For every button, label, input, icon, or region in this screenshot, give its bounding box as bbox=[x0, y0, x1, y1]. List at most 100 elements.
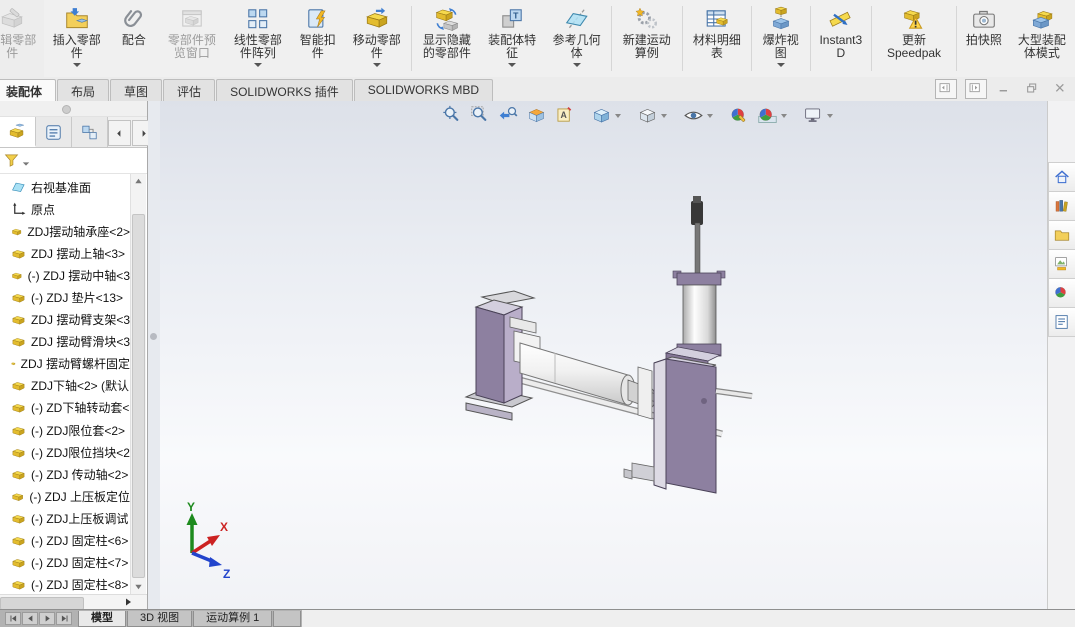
dropdown-caret-icon[interactable] bbox=[827, 113, 833, 118]
tree-item[interactable]: (-) ZDJ限位挡块<2 bbox=[0, 441, 130, 463]
panel-tab-propertymanager[interactable] bbox=[36, 117, 72, 147]
go-next-button[interactable] bbox=[39, 612, 55, 625]
bottom-tab[interactable]: 运动算例 1 bbox=[193, 611, 273, 627]
ribbon-button-insert-component[interactable]: 插入零部件 bbox=[44, 0, 108, 77]
dropdown-caret-icon[interactable] bbox=[615, 113, 621, 118]
scroll-right-icon[interactable] bbox=[123, 597, 133, 607]
tree-item[interactable]: ZDJ 摆动臂螺杆固定 bbox=[0, 353, 130, 375]
tree-item-label: ZDJ下轴<2> (默认 bbox=[31, 379, 130, 394]
tree-vertical-scrollbar[interactable] bbox=[130, 174, 146, 594]
pane-previous-button[interactable] bbox=[935, 79, 957, 99]
headsup-view-orientation-button[interactable] bbox=[589, 103, 623, 128]
restore-button[interactable] bbox=[1023, 80, 1043, 98]
ribbon-button-move-component[interactable]: 移动零部件 bbox=[345, 0, 409, 77]
taskpane-home-button[interactable] bbox=[1048, 162, 1075, 192]
assembly-3d-model[interactable]: Y X Z bbox=[160, 101, 1047, 610]
taskpane-design-library-button[interactable] bbox=[1048, 191, 1075, 221]
dropdown-caret-icon[interactable] bbox=[776, 63, 785, 67]
dropdown-caret-icon[interactable] bbox=[508, 63, 517, 67]
tree-item[interactable]: (-) ZDJ 摆动中轴<3 bbox=[0, 264, 130, 286]
command-tab[interactable]: 布局 bbox=[57, 79, 110, 101]
taskpane-appearances-scenes-button[interactable] bbox=[1048, 278, 1075, 308]
tree-item[interactable]: ZDJ摆动轴承座<2> bbox=[0, 220, 130, 242]
tree-item[interactable]: (-) ZDJ上压板调试 bbox=[0, 507, 130, 529]
headsup-zoom-to-area-button[interactable] bbox=[468, 103, 493, 128]
tree-item[interactable]: (-) ZDJ 固定柱<6> bbox=[0, 530, 130, 552]
tree-item[interactable]: (-) ZD下轴转动套< bbox=[0, 397, 130, 419]
tree-item[interactable]: (-) ZDJ 传动轴<2> bbox=[0, 463, 130, 485]
graphics-viewport[interactable]: Y X Z A bbox=[160, 101, 1047, 610]
ribbon-button-smart-fastener[interactable]: 智能扣件 bbox=[291, 0, 345, 77]
headsup-edit-appearance-button[interactable] bbox=[727, 103, 752, 128]
command-tab[interactable]: SOLIDWORKS MBD bbox=[353, 79, 494, 101]
tree-item[interactable]: (-) ZDJ 固定柱<8> bbox=[0, 574, 130, 594]
dropdown-caret-icon[interactable] bbox=[572, 63, 581, 67]
tree-item[interactable]: 原点 bbox=[0, 198, 130, 220]
scroll-down-icon[interactable] bbox=[131, 579, 146, 594]
ribbon-button-linear-pattern[interactable]: 线性零部件阵列 bbox=[225, 0, 291, 77]
command-tab[interactable]: SOLIDWORKS 插件 bbox=[216, 79, 353, 101]
tree-item[interactable]: ZDJ 摆动上轴<3> bbox=[0, 242, 130, 264]
command-tab[interactable]: 装配体 bbox=[0, 79, 57, 101]
ribbon-button-large-assembly[interactable]: 大型装配体模式 bbox=[1009, 0, 1075, 77]
panel-tab-configurationmanager[interactable] bbox=[72, 117, 108, 147]
command-tab[interactable]: 评估 bbox=[163, 79, 216, 101]
tree-horizontal-scrollbar[interactable] bbox=[0, 594, 147, 610]
ribbon-button-snapshot[interactable]: 拍快照 bbox=[959, 0, 1009, 77]
dropdown-caret-icon[interactable] bbox=[707, 113, 713, 118]
scrollbar-thumb[interactable] bbox=[132, 214, 145, 578]
pane-next-button[interactable] bbox=[965, 79, 987, 99]
ribbon-button-exploded-view[interactable]: 爆炸视图 bbox=[754, 0, 808, 77]
taskpane-file-explorer-button[interactable] bbox=[1048, 220, 1075, 250]
filter-funnel-icon[interactable] bbox=[3, 152, 20, 169]
ribbon-button-assembly-feature[interactable]: T 装配体特征 bbox=[480, 0, 544, 77]
headsup-zoom-to-fit-button[interactable] bbox=[440, 103, 465, 128]
command-tab[interactable]: 草图 bbox=[110, 79, 163, 101]
ribbon-button-label: 装配体特征 bbox=[488, 33, 537, 60]
panel-grip-handle[interactable] bbox=[0, 101, 147, 117]
ribbon-button-bom[interactable]: 材料明细表 bbox=[685, 0, 749, 77]
close-button[interactable] bbox=[1051, 80, 1071, 98]
dropdown-caret-icon[interactable] bbox=[372, 63, 381, 67]
tree-item[interactable]: ZDJ 摆动臂支架<3 bbox=[0, 309, 130, 331]
taskpane-custom-properties-button[interactable] bbox=[1048, 307, 1075, 337]
ribbon-button-instant3d[interactable]: Instant3D bbox=[813, 0, 870, 77]
taskpane-view-palette-button[interactable] bbox=[1048, 249, 1075, 279]
tree-item[interactable]: (-) ZDJ限位套<2> bbox=[0, 419, 130, 441]
headsup-previous-view-button[interactable] bbox=[496, 103, 521, 128]
tab-scroll-left-icon bbox=[117, 129, 121, 137]
dropdown-caret-icon[interactable] bbox=[781, 113, 787, 118]
ribbon-button-reference-geometry[interactable]: 参考几何体 bbox=[544, 0, 608, 77]
bottom-tab[interactable]: 3D 视图 bbox=[127, 611, 193, 627]
dropdown-caret-icon[interactable] bbox=[661, 113, 667, 118]
ribbon-button-speedpak[interactable]: 更新 Speedpak bbox=[874, 0, 954, 77]
ribbon-button-label: 智能扣件 bbox=[299, 33, 336, 60]
ribbon-button-show-hidden[interactable]: 显示隐藏的零部件 bbox=[414, 0, 480, 77]
headsup-view-settings-button[interactable] bbox=[801, 103, 835, 128]
bottom-tab[interactable]: 模型 bbox=[78, 611, 126, 627]
ribbon-button-label: 线性零部件阵列 bbox=[233, 33, 282, 60]
go-last-button[interactable] bbox=[56, 612, 72, 625]
filter-caret-icon[interactable] bbox=[22, 161, 30, 166]
ribbon-button-mate[interactable]: 配合 bbox=[109, 0, 159, 77]
headsup-section-view-button[interactable] bbox=[524, 103, 549, 128]
tab-scroll-left-button[interactable] bbox=[108, 120, 131, 146]
headsup-display-style-button[interactable] bbox=[635, 103, 669, 128]
tree-item[interactable]: ZDJ 摆动臂滑块<3 bbox=[0, 331, 130, 353]
tree-item[interactable]: ZDJ下轴<2> (默认 bbox=[0, 375, 130, 397]
ribbon-button-motion-study[interactable]: 新建运动算例 bbox=[614, 0, 680, 77]
scroll-up-icon[interactable] bbox=[131, 174, 146, 189]
tree-item[interactable]: (-) ZDJ 上压板定位 bbox=[0, 485, 130, 507]
panel-tab-featuremanager-tree[interactable] bbox=[0, 117, 36, 147]
dropdown-caret-icon[interactable] bbox=[253, 63, 262, 67]
go-previous-button[interactable] bbox=[22, 612, 38, 625]
minimize-button[interactable] bbox=[995, 80, 1015, 98]
headsup-apply-scene-button[interactable] bbox=[755, 103, 789, 128]
go-first-button[interactable] bbox=[5, 612, 21, 625]
dropdown-caret-icon[interactable] bbox=[72, 63, 81, 67]
tree-item[interactable]: 右视基准面 bbox=[0, 176, 130, 198]
headsup-hide-show-items-button[interactable] bbox=[681, 103, 715, 128]
headsup-annotation-visibility-button[interactable]: A bbox=[552, 103, 577, 128]
tree-item[interactable]: (-) ZDJ 垫片<13> bbox=[0, 286, 130, 308]
tree-item[interactable]: (-) ZDJ 固定柱<7> bbox=[0, 552, 130, 574]
